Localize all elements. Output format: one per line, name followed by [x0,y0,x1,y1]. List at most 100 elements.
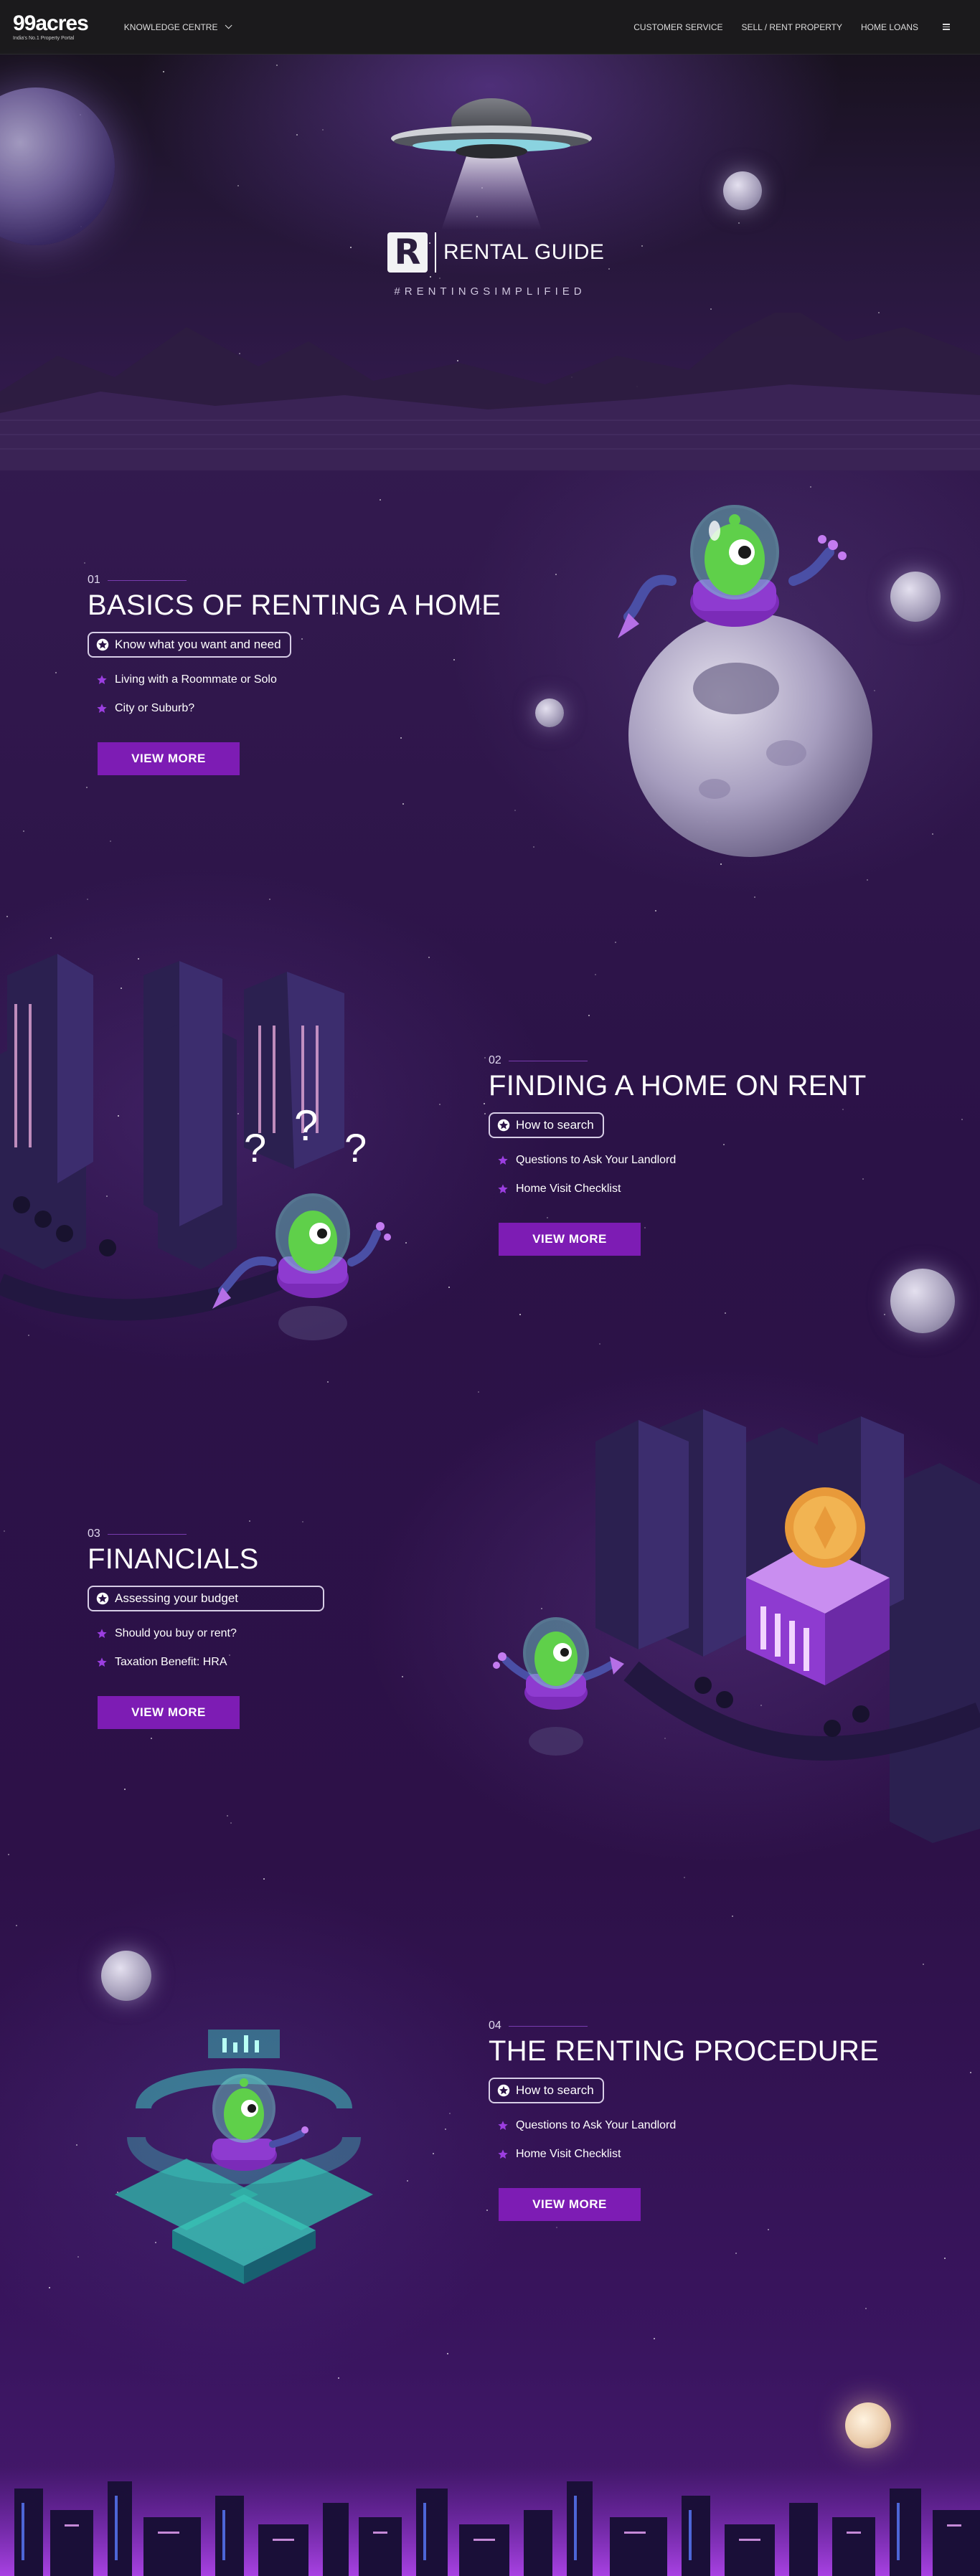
moon-illustration [890,572,941,622]
section-number: 03 [88,1528,324,1540]
star-bullet-icon [97,1629,107,1638]
topic-pill[interactable]: How to search [489,1112,604,1138]
topic-link-label: Living with a Roommate or Solo [115,673,277,686]
section-number-line [508,2025,588,2027]
mountain-landscape [0,313,980,470]
star-dot [8,1854,9,1855]
topic-link-label: Should you buy or rent? [115,1627,237,1639]
view-more-button[interactable]: VIEW MORE [499,2188,641,2221]
star-dot [338,2377,339,2379]
star-dot [249,1520,250,1522]
section-title: BASICS OF RENTING A HOME [88,589,501,621]
section-number-line [107,1533,187,1535]
star-dot [55,672,57,673]
section-number: 02 [489,1054,867,1067]
star-dot [16,1925,17,1926]
star-dot [402,1676,403,1677]
star-dot [654,2338,655,2339]
star-dot [484,1057,486,1059]
star-dot [884,1314,885,1315]
star-icon [497,2084,510,2097]
section-renting-procedure: 04 THE RENTING PROCEDURE How to search Q… [489,2019,879,2221]
menu-icon[interactable] [943,24,950,30]
nav-customer-service[interactable]: CUSTOMER SERVICE [633,22,722,32]
star-dot [519,1314,521,1315]
star-bullet-icon [498,1155,508,1165]
topic-link-label: Questions to Ask Your Landlord [516,1154,677,1166]
star-dot [923,1964,924,1965]
nav-sell-rent-property[interactable]: SELL / RENT PROPERTY [741,22,842,32]
star-bullet-icon [97,704,107,713]
hero-banner: R RENTAL GUIDE #RENTINGSIMPLIFIED [0,55,980,470]
star-dot [514,810,516,811]
topic-pill[interactable]: How to search [489,2078,604,2103]
topic-link[interactable]: Questions to Ask Your Landlord [497,1154,867,1167]
star-dot [447,2353,448,2354]
view-more-button[interactable]: VIEW MORE [98,1696,240,1729]
star-dot [810,486,811,488]
star-dot [86,787,88,788]
topic-link[interactable]: Taxation Benefit: HRA [96,1656,324,1669]
section-title: THE RENTING PROCEDURE [489,2035,880,2067]
knowledge-centre-dropdown[interactable]: KNOWLEDGE CENTRE [123,22,233,32]
topic-link[interactable]: Home Visit Checklist [497,2148,879,2161]
star-icon [96,1592,109,1605]
star-dot [478,1391,479,1393]
star-dot [865,2308,867,2309]
star-dot [484,1113,486,1114]
star-dot [76,2144,77,2146]
star-icon [96,638,109,651]
topic-link[interactable]: City or Suburb? [96,702,501,715]
star-dot [970,2072,971,2073]
question-mark-3: ? [344,1125,367,1170]
star-dot [110,840,111,842]
ufo-illustration [391,98,592,230]
topic-link[interactable]: Should you buy or rent? [96,1627,324,1640]
hero-hashtag: #RENTINGSIMPLIFIED [394,285,586,298]
star-dot [433,2153,434,2154]
star-dot [944,2258,946,2259]
section-number-line [107,579,187,581]
view-more-button[interactable]: VIEW MORE [499,1223,641,1256]
star-dot [556,2227,557,2228]
topic-link[interactable]: Home Visit Checklist [497,1183,867,1195]
moon-illustration [535,699,564,727]
topic-link[interactable]: Living with a Roommate or Solo [96,673,501,686]
topic-pill-label: How to search [516,1118,594,1132]
logo-divider [435,232,436,273]
section-number: 04 [489,2019,879,2032]
chevron-down-icon [225,22,233,29]
star-dot [77,2256,79,2258]
star-dot [486,2210,488,2211]
topic-link-label: Taxation Benefit: HRA [115,1656,227,1668]
star-dot [50,937,52,939]
star-dot [4,1530,5,1532]
topic-pill[interactable]: Assessing your budget [88,1586,324,1611]
nav-home-loans[interactable]: HOME LOANS [861,22,918,32]
city-buildings-alien-illustration: ? ? ? [0,947,402,1363]
page-background: 99acres India's No.1 Property Portal KNO… [0,0,980,2576]
knowledge-centre-label: KNOWLEDGE CENTRE [123,22,218,32]
star-dot [932,833,933,835]
view-more-button[interactable]: VIEW MORE [98,742,240,775]
topic-link[interactable]: Questions to Ask Your Landlord [497,2119,879,2132]
star-dot [87,899,88,900]
site-logo[interactable]: 99acres India's No.1 Property Portal [13,13,89,42]
star-bullet-icon [498,2121,508,2130]
topic-pill-label: Know what you want and need [115,638,281,651]
rental-guide-logo: R RENTAL GUIDE [387,232,604,273]
topic-pill-label: Assessing your budget [115,1591,238,1605]
star-dot [449,2113,451,2114]
star-dot [735,2253,737,2254]
star-dot [533,846,534,848]
planet-illustration [0,87,115,245]
star-dot [439,1104,440,1105]
section-number: 01 [88,574,501,587]
bank-coin-alien-illustration [488,1398,980,1843]
star-dot [732,1916,733,1917]
star-dot [961,1119,963,1120]
star-dot [327,1381,329,1383]
star-dot [6,916,8,917]
star-dot [263,1878,265,1880]
topic-pill[interactable]: Know what you want and need [88,632,291,658]
